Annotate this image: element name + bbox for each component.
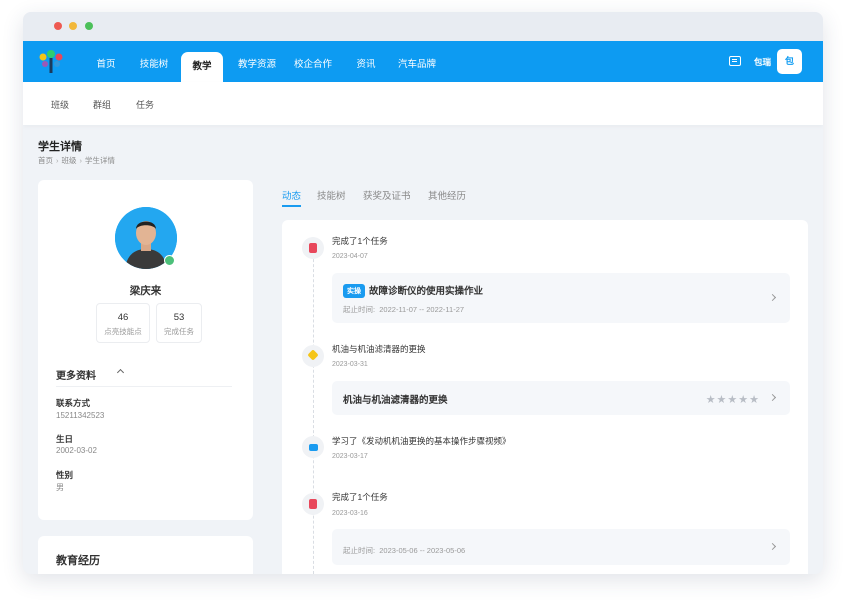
timeline-date: 2023-03-31 bbox=[332, 361, 368, 368]
timeline-title: 完成了1个任务 bbox=[332, 236, 388, 246]
task-period: 起止时间: 2023-05-06 -- 2023-05-06 bbox=[343, 545, 465, 556]
sub-navbar: 班级 群组 任务 bbox=[23, 82, 823, 125]
chevron-up-icon[interactable] bbox=[116, 368, 125, 377]
gender-value: 男 bbox=[56, 483, 64, 492]
task-title-text: 故障诊断仪的使用实操作业 bbox=[369, 286, 484, 297]
subnav-item-class[interactable]: 班级 bbox=[51, 98, 69, 111]
breadcrumb-separator: › bbox=[79, 156, 83, 165]
chevron-right-icon[interactable] bbox=[768, 542, 777, 551]
task-period-label: 起止时间: bbox=[343, 546, 376, 555]
skill-card[interactable]: 机油与机油滤清器的更换 ★★★★★ bbox=[332, 381, 790, 415]
timeline-date: 2023-03-16 bbox=[332, 510, 368, 517]
nav-item-car-brands[interactable]: 汽车品牌 bbox=[393, 41, 441, 82]
chevron-right-icon[interactable] bbox=[768, 393, 777, 402]
timeline-title: 机油与机油滤清器的更换 bbox=[332, 344, 426, 354]
top-navbar: 首页 技能树 教学 教学资源 校企合作 资讯 汽车品牌 包瑞 包 bbox=[23, 41, 823, 82]
timeline-title: 完成了1个任务 bbox=[332, 492, 388, 502]
task-period-label: 起止时间: bbox=[343, 305, 376, 314]
clipboard-icon bbox=[302, 493, 324, 515]
tab-other-experience[interactable]: 其他经历 bbox=[428, 188, 466, 202]
nav-item-news[interactable]: 资讯 bbox=[349, 41, 383, 82]
task-period-value: 2023-05-06 -- 2023-05-06 bbox=[379, 546, 466, 555]
clipboard-icon bbox=[302, 237, 324, 259]
more-info-title[interactable]: 更多资料 bbox=[56, 367, 96, 382]
breadcrumb-separator: › bbox=[56, 156, 59, 165]
page-title: 学生详情 bbox=[38, 141, 82, 153]
timeline-line bbox=[313, 244, 314, 574]
subnav-item-group[interactable]: 群组 bbox=[93, 98, 111, 111]
contact-label: 联系方式 bbox=[56, 398, 91, 408]
nav-item-teaching-resources[interactable]: 教学资源 bbox=[229, 41, 285, 82]
chevron-right-icon[interactable] bbox=[768, 293, 777, 302]
tab-activity[interactable]: 动态 bbox=[282, 188, 301, 202]
profile-card: 梁庆来 46 点亮技能点 53 完成任务 更多资料 联系方式 152113425… bbox=[38, 180, 253, 520]
task-period-value: 2022-11-07 -- 2022-11-27 bbox=[379, 305, 465, 314]
nav-item-skill-tree[interactable]: 技能树 bbox=[131, 41, 177, 82]
task-card[interactable]: 实操 故障诊断仪的使用实操作业 起止时间: 2022-11-07 -- 2022-… bbox=[332, 273, 790, 323]
task-card[interactable]: 起止时间: 2023-05-06 -- 2023-05-06 bbox=[332, 529, 790, 565]
video-icon bbox=[302, 436, 324, 458]
stat-completed-tasks: 53 完成任务 bbox=[156, 303, 202, 343]
stat-value: 46 bbox=[117, 312, 129, 323]
minimize-window-button[interactable] bbox=[69, 22, 77, 30]
breadcrumb-class[interactable]: 班级 bbox=[62, 155, 77, 166]
timeline-title: 学习了《发动机机油更换的基本操作步骤视频》 bbox=[332, 436, 511, 446]
browser-window: 首页 技能树 教学 教学资源 校企合作 资讯 汽车品牌 包瑞 包 班级 群组 任… bbox=[23, 12, 823, 574]
nav-item-teaching[interactable]: 教学 bbox=[181, 52, 223, 82]
education-card: 教育经历 bbox=[38, 536, 253, 574]
stat-label: 点亮技能点 bbox=[104, 327, 142, 336]
divider bbox=[56, 386, 232, 387]
maximize-window-button[interactable] bbox=[85, 22, 93, 30]
verified-badge-icon bbox=[164, 255, 175, 266]
tab-awards[interactable]: 获奖及证书 bbox=[363, 188, 411, 202]
timeline-date: 2023-04-07 bbox=[332, 253, 368, 260]
contact-value: 15211342523 bbox=[56, 411, 105, 420]
star-rating: ★★★★★ bbox=[705, 394, 760, 406]
stat-label: 完成任务 bbox=[164, 327, 194, 336]
user-name[interactable]: 包瑞 bbox=[754, 56, 771, 68]
task-period: 起止时间: 2022-11-07 -- 2022-11-27 bbox=[343, 304, 464, 315]
breadcrumb-home[interactable]: 首页 bbox=[38, 155, 53, 166]
skill-title: 机油与机油滤清器的更换 bbox=[343, 395, 448, 406]
subnav-item-task[interactable]: 任务 bbox=[136, 98, 154, 111]
breadcrumb-current: 学生详情 bbox=[85, 156, 115, 165]
close-window-button[interactable] bbox=[54, 22, 62, 30]
task-tag: 实操 bbox=[343, 284, 365, 298]
education-title: 教育经历 bbox=[56, 555, 100, 567]
window-titlebar bbox=[23, 12, 823, 41]
active-tab-indicator bbox=[282, 205, 301, 207]
user-avatar[interactable]: 包 bbox=[777, 49, 802, 74]
birthday-value: 2002-03-02 bbox=[56, 446, 97, 455]
nav-item-school-enterprise[interactable]: 校企合作 bbox=[289, 41, 337, 82]
message-icon[interactable] bbox=[729, 56, 741, 66]
birthday-label: 生日 bbox=[56, 434, 74, 444]
timeline-date: 2023-03-17 bbox=[332, 453, 368, 460]
pin-icon bbox=[302, 345, 324, 367]
nav-item-home[interactable]: 首页 bbox=[85, 41, 127, 82]
stat-skill-points: 46 点亮技能点 bbox=[96, 303, 150, 343]
stat-value: 53 bbox=[173, 312, 185, 323]
tab-skill-tree[interactable]: 技能树 bbox=[317, 188, 346, 202]
breadcrumb: 首页 › 班级 › 学生详情 bbox=[38, 155, 115, 166]
student-name: 梁庆来 bbox=[129, 285, 162, 297]
app-logo[interactable] bbox=[37, 49, 65, 75]
activity-timeline: 完成了1个任务 2023-04-07 实操 故障诊断仪的使用实操作业 起止时间: … bbox=[282, 220, 808, 574]
task-title: 实操 故障诊断仪的使用实操作业 bbox=[343, 283, 483, 298]
gender-label: 性别 bbox=[56, 470, 74, 480]
